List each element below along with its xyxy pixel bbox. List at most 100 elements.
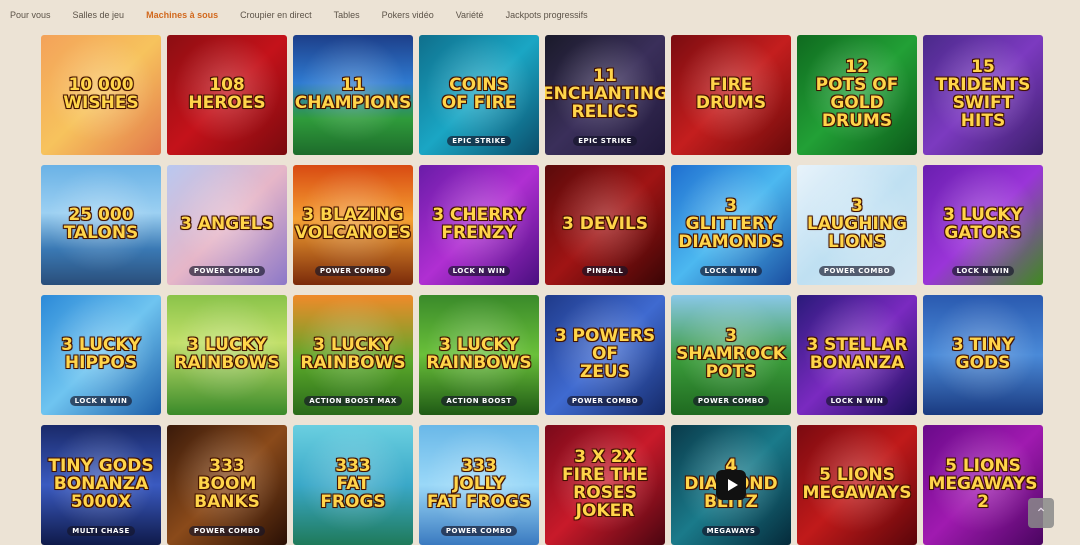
- game-subtitle: MULTI CHASE: [41, 526, 161, 536]
- game-tile[interactable]: 3 LUCKY RAINBOWS ACTION BOOST MAX: [293, 295, 413, 415]
- game-title: 10 000 WISHES: [63, 75, 139, 113]
- game-subtitle: POWER COMBO: [293, 266, 413, 276]
- game-tile[interactable]: 333 BOOM BANKS POWER COMBO: [167, 425, 287, 545]
- game-tile[interactable]: 3 POWERS OF ZEUS POWER COMBO: [545, 295, 665, 415]
- game-title: 333 JOLLY FAT FROGS: [426, 456, 532, 512]
- game-subtitle-text: LOCK N WIN: [69, 396, 133, 406]
- game-title: TINY GODS BONANZA 5000X: [48, 456, 154, 512]
- nav-item[interactable]: Tables: [334, 10, 360, 20]
- game-subtitle-text: POWER COMBO: [818, 266, 896, 276]
- game-tile[interactable]: 3 TINY GODS: [923, 295, 1043, 415]
- game-tile[interactable]: 5 LIONS MEGAWAYS 2: [923, 425, 1043, 545]
- game-tile[interactable]: 4 DIAMOND BLITZMEGAWAYS: [671, 425, 791, 545]
- game-subtitle-text: LOCK N WIN: [447, 266, 511, 276]
- game-tile[interactable]: 333 JOLLY FAT FROGS POWER COMBO: [419, 425, 539, 545]
- game-tile[interactable]: 3 CHERRY FRENZY LOCK N WIN: [419, 165, 539, 285]
- game-title: 3 CHERRY FRENZY: [432, 205, 526, 243]
- game-subtitle: LOCK N WIN: [671, 266, 791, 276]
- nav-item[interactable]: Croupier en direct: [240, 10, 312, 20]
- game-subtitle: LOCK N WIN: [923, 266, 1043, 276]
- game-title: 3 LUCKY HIPPOS: [61, 335, 141, 373]
- game-subtitle: MEGAWAYS: [671, 526, 791, 536]
- game-tile[interactable]: 3 GLITTERY DIAMONDS LOCK N WIN: [671, 165, 791, 285]
- game-subtitle: ACTION BOOST: [419, 396, 539, 406]
- game-title: 108 HEROES: [188, 75, 266, 113]
- game-grid: 10 000 WISHES 108 HEROES 11 CHAMPIONS COINS…: [41, 35, 1043, 545]
- game-tile[interactable]: 5 LIONS MEGAWAYS: [797, 425, 917, 545]
- nav-item[interactable]: Pokers vidéo: [382, 10, 434, 20]
- game-title: 11 ENCHANTING RELICS: [545, 66, 665, 122]
- game-tile[interactable]: 3 LUCKY GATORS LOCK N WIN: [923, 165, 1043, 285]
- game-tile[interactable]: 15 TRIDENTS SWIFT HITS: [923, 35, 1043, 155]
- game-title: 3 X 2X FIRE THE ROSES JOKER: [562, 447, 648, 521]
- game-tile[interactable]: 25 000 TALONS: [41, 165, 161, 285]
- game-subtitle: ACTION BOOST MAX: [293, 396, 413, 406]
- game-subtitle-text: POWER COMBO: [566, 396, 644, 406]
- game-subtitle-text: LOCK N WIN: [825, 396, 889, 406]
- game-title: 333 BOOM BANKS: [194, 456, 260, 512]
- game-subtitle-text: LOCK N WIN: [951, 266, 1015, 276]
- game-tile[interactable]: TINY GODS BONANZA 5000X MULTI CHASE: [41, 425, 161, 545]
- game-subtitle-text: ACTION BOOST MAX: [304, 396, 402, 406]
- game-subtitle-text: MEGAWAYS: [701, 526, 761, 536]
- nav-item[interactable]: Jackpots progressifs: [506, 10, 588, 20]
- game-tile[interactable]: 3 LAUGHING LIONS POWER COMBO: [797, 165, 917, 285]
- game-subtitle-text: PINBALL: [581, 266, 629, 276]
- nav-item[interactable]: Salles de jeu: [73, 10, 125, 20]
- game-title: 333 FAT FROGS: [320, 456, 386, 512]
- game-subtitle-text: POWER COMBO: [188, 266, 266, 276]
- game-subtitle-text: MULTI CHASE: [67, 526, 135, 536]
- play-icon[interactable]: [716, 470, 746, 500]
- game-tile[interactable]: 11 ENCHANTING RELICS EPIC STRIKE: [545, 35, 665, 155]
- game-subtitle: LOCK N WIN: [41, 396, 161, 406]
- game-title: 3 LUCKY RAINBOWS: [174, 335, 280, 373]
- game-tile[interactable]: 3 DEVILS PINBALL: [545, 165, 665, 285]
- game-title: FIRE DRUMS: [695, 75, 767, 113]
- game-title: 5 LIONS MEGAWAYS 2: [928, 456, 1038, 512]
- game-tile[interactable]: 333 FAT FROGS: [293, 425, 413, 545]
- game-title: 3 LUCKY GATORS: [943, 205, 1023, 243]
- game-title: 3 LUCKY RAINBOWS: [426, 335, 532, 373]
- game-subtitle: POWER COMBO: [167, 526, 287, 536]
- category-nav: Pour vous Salles de jeu Machines à sous Cro…: [0, 0, 1080, 30]
- game-tile[interactable]: 3 SHAMROCK POTS POWER COMBO: [671, 295, 791, 415]
- game-tile[interactable]: 3 X 2X FIRE THE ROSES JOKER: [545, 425, 665, 545]
- game-subtitle: EPIC STRIKE: [545, 136, 665, 146]
- nav-item[interactable]: Machines à sous: [146, 10, 218, 20]
- nav-item[interactable]: Pour vous: [10, 10, 51, 20]
- game-tile[interactable]: 3 LUCKY RAINBOWS ACTION BOOST: [419, 295, 539, 415]
- game-tile[interactable]: 11 CHAMPIONS: [293, 35, 413, 155]
- game-tile[interactable]: 12 POTS OF GOLD DRUMS: [797, 35, 917, 155]
- game-subtitle: POWER COMBO: [671, 396, 791, 406]
- game-title: 11 CHAMPIONS: [294, 75, 412, 113]
- game-title: 12 POTS OF GOLD DRUMS: [815, 57, 899, 131]
- game-subtitle-text: POWER COMBO: [188, 526, 266, 536]
- game-tile[interactable]: 3 ANGELS POWER COMBO: [167, 165, 287, 285]
- game-subtitle: LOCK N WIN: [797, 396, 917, 406]
- game-title: 3 TINY GODS: [951, 335, 1015, 373]
- game-subtitle-text: POWER COMBO: [440, 526, 518, 536]
- game-subtitle: LOCK N WIN: [419, 266, 539, 276]
- game-title: 3 LUCKY RAINBOWS: [300, 335, 406, 373]
- game-subtitle-text: POWER COMBO: [692, 396, 770, 406]
- game-title: 25 000 TALONS: [63, 205, 139, 243]
- game-tile[interactable]: FIRE DRUMS: [671, 35, 791, 155]
- game-subtitle-text: EPIC STRIKE: [447, 136, 511, 146]
- game-subtitle: EPIC STRIKE: [419, 136, 539, 146]
- game-title: 3 BLAZING VOLCANOES: [294, 205, 412, 243]
- game-tile[interactable]: 10 000 WISHES: [41, 35, 161, 155]
- game-tile[interactable]: 3 BLAZING VOLCANOES POWER COMBO: [293, 165, 413, 285]
- game-title: 3 LAUGHING LIONS: [807, 196, 907, 252]
- game-subtitle: PINBALL: [545, 266, 665, 276]
- game-subtitle-text: ACTION BOOST: [441, 396, 517, 406]
- game-title: 3 ANGELS: [180, 214, 274, 235]
- game-tile[interactable]: 3 LUCKY RAINBOWS: [167, 295, 287, 415]
- game-tile[interactable]: 3 LUCKY HIPPOS LOCK N WIN: [41, 295, 161, 415]
- game-tile[interactable]: 108 HEROES: [167, 35, 287, 155]
- game-subtitle: POWER COMBO: [167, 266, 287, 276]
- game-tile[interactable]: 3 STELLAR BONANZA LOCK N WIN: [797, 295, 917, 415]
- game-title: 3 GLITTERY DIAMONDS: [678, 196, 784, 252]
- nav-item[interactable]: Variété: [456, 10, 484, 20]
- game-tile[interactable]: COINS OF FIRE EPIC STRIKE: [419, 35, 539, 155]
- game-subtitle: POWER COMBO: [545, 396, 665, 406]
